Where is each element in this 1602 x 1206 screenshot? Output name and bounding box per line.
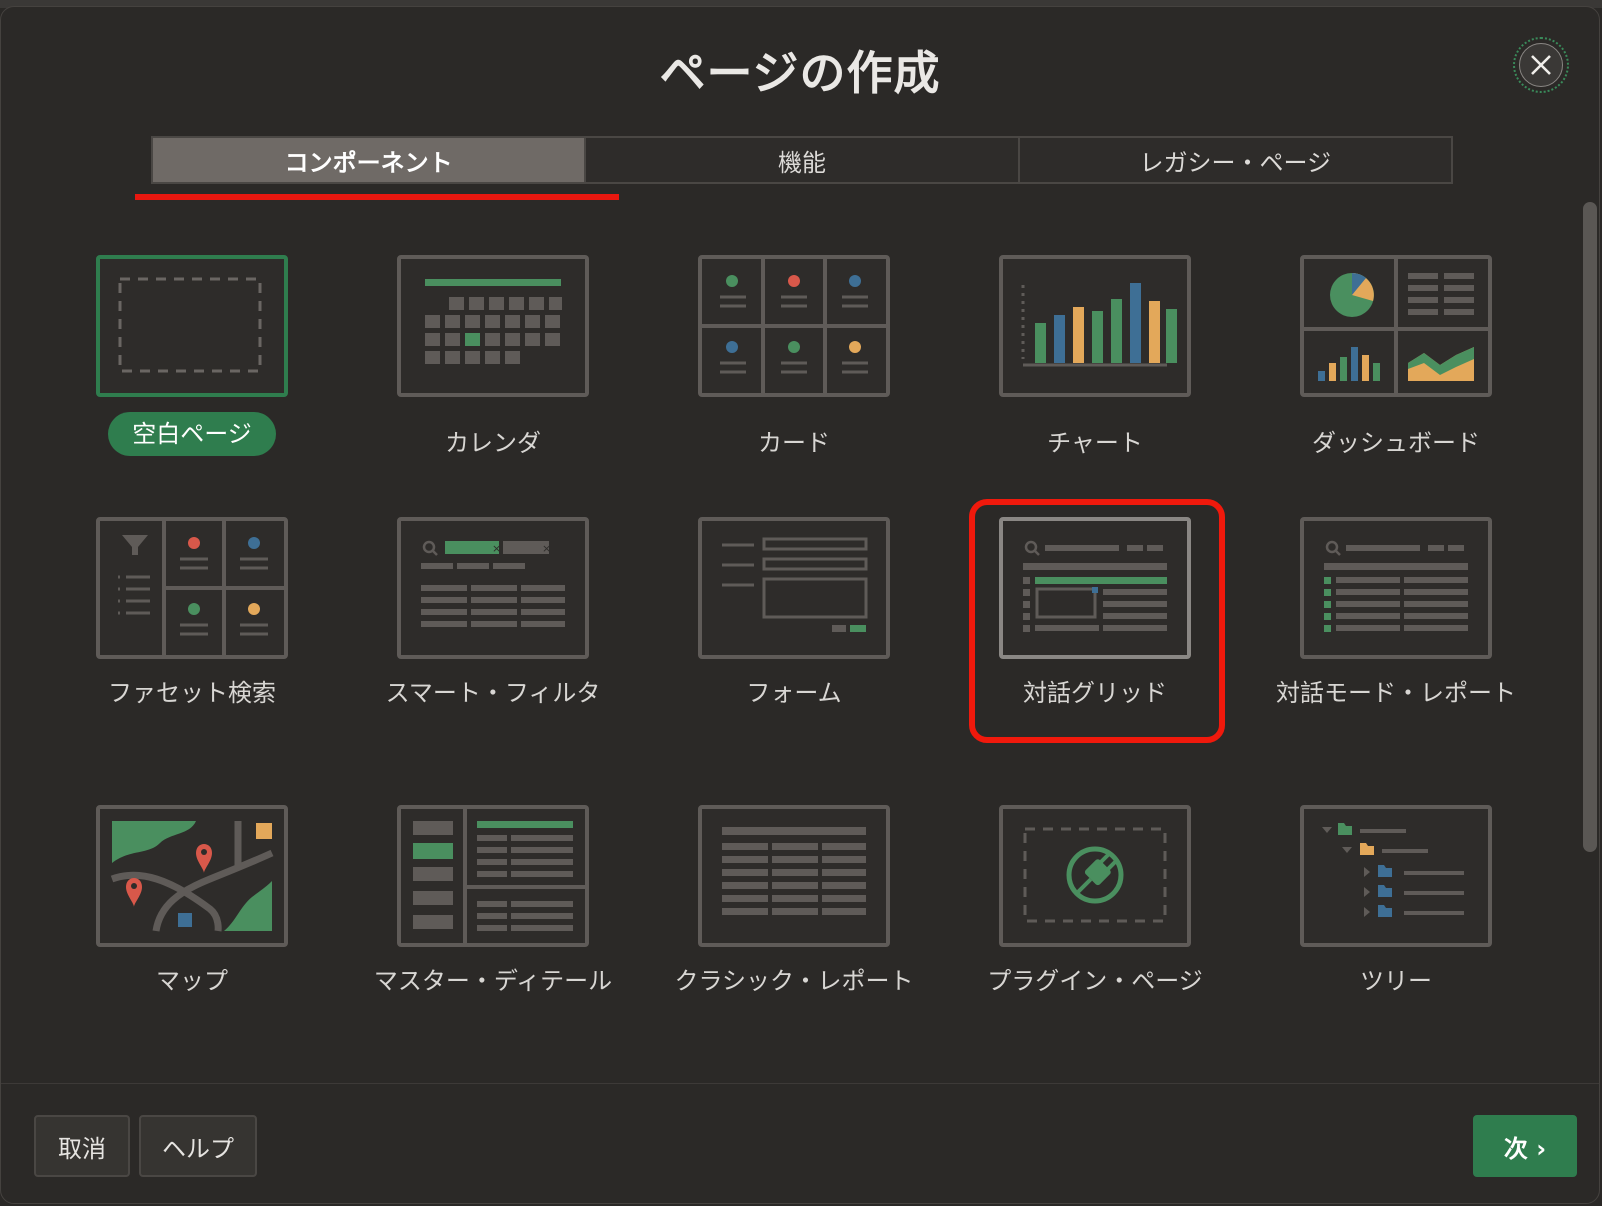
svg-text:×: ×	[492, 542, 501, 555]
calendar-icon	[397, 255, 589, 397]
item-label-dashboard: ダッシュボード	[1312, 429, 1480, 457]
smart-filter-icon: × ×	[397, 517, 589, 659]
close-icon	[1531, 55, 1551, 75]
active-tab-annotation-underline	[135, 194, 619, 200]
item-label-calendar: カレンダ	[445, 429, 541, 457]
close-button[interactable]	[1513, 37, 1569, 93]
dashboard-icon	[1300, 255, 1492, 397]
create-page-dialog: ページの作成 コンポーネント 機能 レガシー・ページ 空白ページ カレンダ カー…	[0, 6, 1600, 1204]
tab-features[interactable]: 機能	[586, 138, 1020, 182]
help-button[interactable]: ヘルプ	[139, 1115, 257, 1177]
cards-icon	[698, 255, 890, 397]
tab-components[interactable]: コンポーネント	[153, 138, 587, 182]
tree-icon	[1300, 805, 1492, 947]
item-label-smart-filter: スマート・フィルタ	[385, 679, 601, 707]
item-label-chart: チャート	[1047, 429, 1143, 457]
item-label-form: フォーム	[746, 679, 842, 707]
item-label-plugin-page: プラグイン・ページ	[987, 967, 1203, 995]
master-detail-icon	[397, 805, 589, 947]
interactive-grid-annotation-box	[969, 499, 1225, 743]
footer-divider	[1, 1083, 1599, 1084]
item-label-cards: カード	[758, 429, 830, 457]
chart-icon	[999, 255, 1191, 397]
classic-report-icon	[698, 805, 890, 947]
item-label-master-detail: マスター・ディテール	[373, 967, 613, 995]
item-label-map: マップ	[156, 967, 228, 995]
tab-legacy-pages[interactable]: レガシー・ページ	[1019, 138, 1451, 182]
faceted-search-icon	[96, 517, 288, 659]
item-label-blank: 空白ページ	[108, 412, 276, 456]
item-label-classic-report: クラシック・レポート	[674, 967, 914, 995]
scrollbar[interactable]	[1583, 202, 1597, 852]
item-label-faceted-search: ファセット検索	[108, 679, 276, 707]
item-label-interactive-report: 対話モード・レポート	[1276, 679, 1516, 707]
blank-page-icon	[96, 255, 288, 397]
svg-text:×: ×	[542, 542, 551, 555]
map-icon	[96, 805, 288, 947]
cancel-button[interactable]: 取消	[34, 1115, 130, 1177]
plugin-page-icon	[999, 805, 1191, 947]
interactive-report-icon	[1300, 517, 1492, 659]
form-icon	[698, 517, 890, 659]
next-button[interactable]: 次 ›	[1473, 1115, 1577, 1177]
dialog-title: ページの作成	[659, 46, 941, 100]
page-type-tabs: コンポーネント 機能 レガシー・ページ	[151, 136, 1453, 184]
item-label-tree: ツリー	[1360, 967, 1432, 995]
